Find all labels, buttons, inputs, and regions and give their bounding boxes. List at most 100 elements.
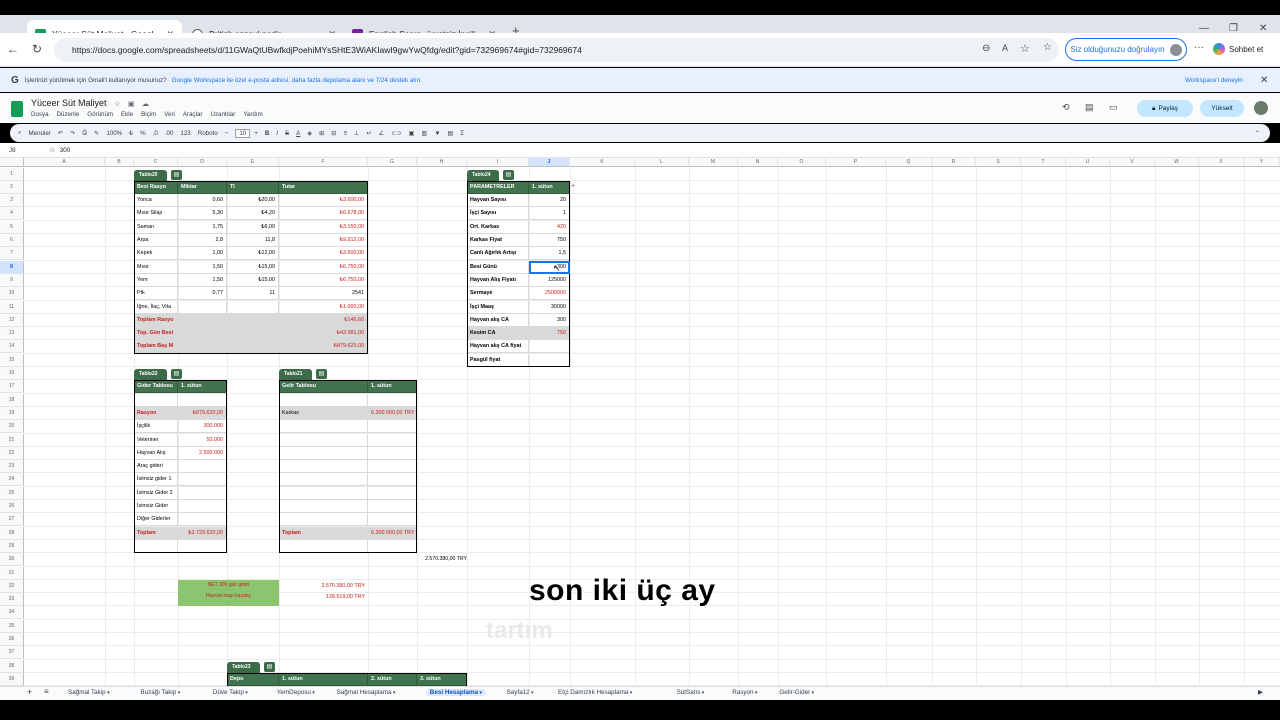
- row-header[interactable]: 25: [0, 486, 24, 500]
- param-value[interactable]: 750: [529, 234, 570, 247]
- table-cell[interactable]: [368, 500, 417, 513]
- column-header[interactable]: I: [467, 158, 529, 167]
- param-label[interactable]: Hayvan alış CA fiyat: [467, 340, 529, 354]
- table-cell[interactable]: [178, 539, 227, 553]
- param-value[interactable]: 300: [529, 313, 570, 327]
- row-header[interactable]: 2: [0, 180, 24, 194]
- table-menu-icon[interactable]: ▤: [171, 169, 182, 180]
- expense-label[interactable]: Veteriner: [134, 433, 178, 447]
- table-cell[interactable]: [368, 539, 417, 553]
- table-cell[interactable]: ₺6.750,00: [279, 273, 368, 287]
- expense-value[interactable]: 2.500.000: [178, 446, 227, 460]
- row-header[interactable]: 5: [0, 220, 24, 234]
- menu-format[interactable]: Biçim: [141, 111, 156, 118]
- table-cell[interactable]: [227, 300, 279, 314]
- param-label[interactable]: Besi Günü: [467, 260, 529, 274]
- column-header-cell[interactable]: 3. sütun: [417, 672, 467, 686]
- increase-decimal-button[interactable]: .00: [165, 130, 174, 137]
- expense-value[interactable]: 300.000: [178, 420, 227, 434]
- sheet-tab-3[interactable]: YemDeposu ▾: [277, 689, 315, 696]
- filter-icon[interactable]: ▼: [434, 130, 440, 137]
- expense-value[interactable]: [178, 460, 227, 474]
- insert-chart-icon[interactable]: ▥: [421, 130, 427, 137]
- table-name-tablo21[interactable]: Tablo21 ⌄: [279, 369, 312, 388]
- row-header[interactable]: 6: [0, 234, 24, 247]
- menu-insert[interactable]: Ekle: [121, 111, 133, 118]
- table-cell[interactable]: Yem: [134, 273, 178, 287]
- table-cell[interactable]: ₺3.600,00: [279, 194, 368, 208]
- param-label[interactable]: İşçi Sayısı: [467, 207, 529, 221]
- table-cell[interactable]: [134, 539, 178, 553]
- history-icon[interactable]: ⟲: [1062, 102, 1070, 113]
- more-icon[interactable]: ···: [1194, 42, 1204, 53]
- table-cell[interactable]: ₺15,00: [227, 260, 279, 274]
- expense-value[interactable]: [178, 473, 227, 487]
- row-header[interactable]: 37: [0, 646, 24, 660]
- column-header[interactable]: R: [932, 158, 976, 167]
- param-value[interactable]: 20: [529, 194, 570, 208]
- row-header[interactable]: 29: [0, 539, 24, 553]
- chevron-down-icon[interactable]: ▾: [478, 690, 482, 696]
- total-label[interactable]: Toplam Baş M: [134, 340, 178, 354]
- table-menu-icon[interactable]: ▤: [503, 169, 514, 180]
- row-header[interactable]: 21: [0, 433, 24, 447]
- font-select[interactable]: Roboto: [198, 130, 218, 137]
- column-header[interactable]: C: [134, 158, 178, 167]
- column-header[interactable]: U: [1066, 158, 1110, 167]
- table-cell[interactable]: ₺3.600,00: [279, 247, 368, 261]
- table-cell[interactable]: [134, 393, 178, 407]
- link-icon[interactable]: ⊂⊃: [391, 130, 401, 137]
- column-header[interactable]: B: [105, 158, 134, 167]
- column-header-cell[interactable]: 1. sütun: [368, 380, 417, 394]
- table-cell[interactable]: 5,30: [178, 207, 227, 221]
- row-header[interactable]: 12: [0, 313, 24, 327]
- column-header[interactable]: F: [279, 158, 368, 167]
- row-header[interactable]: 10: [0, 287, 24, 301]
- filter-views-icon[interactable]: ▤: [447, 130, 453, 137]
- param-label[interactable]: Kesim CA: [467, 327, 529, 341]
- column-header[interactable]: H: [417, 158, 467, 167]
- column-header[interactable]: M: [689, 158, 738, 167]
- table-cell[interactable]: [368, 433, 417, 447]
- income-label[interactable]: Karkas: [279, 406, 368, 420]
- menu-edit[interactable]: Düzenle: [57, 111, 80, 118]
- menu-tools[interactable]: Araçlar: [183, 111, 203, 118]
- table-name-tablo22[interactable]: Tablo22 ⌄: [134, 369, 167, 388]
- param-value[interactable]: 125000: [529, 273, 570, 287]
- table-cell[interactable]: [279, 539, 368, 553]
- table-cell[interactable]: ₺12,00: [227, 247, 279, 261]
- param-value[interactable]: [529, 353, 570, 367]
- table-cell[interactable]: [279, 420, 368, 434]
- paint-format-icon[interactable]: ✎: [94, 130, 99, 137]
- collapse-toolbar-icon[interactable]: ⌃: [1255, 130, 1260, 137]
- row-header[interactable]: 35: [0, 619, 24, 633]
- functions-icon[interactable]: Σ: [460, 130, 464, 137]
- upgrade-button[interactable]: Yükselt: [1200, 100, 1244, 117]
- zoom-icon[interactable]: ⊖: [982, 43, 990, 54]
- param-label[interactable]: Hayvan Alış Fiyatı: [467, 273, 529, 287]
- total-cell[interactable]: [178, 340, 227, 354]
- share-button[interactable]: 🔒︎ Paylaş: [1137, 100, 1193, 117]
- table-cell[interactable]: [368, 460, 417, 474]
- table-name-tablo24[interactable]: Tablo24 ⌄: [467, 169, 499, 189]
- menu-data[interactable]: Veri: [164, 111, 175, 118]
- sheet-tab-4[interactable]: Sağmal Hesaplama ▾: [337, 689, 396, 696]
- table-cell[interactable]: ₺4,20: [227, 207, 279, 221]
- column-header-cell[interactable]: Gider Tablosu: [134, 380, 178, 394]
- table-cell[interactable]: Mısır: [134, 260, 178, 274]
- row-header[interactable]: 14: [0, 340, 24, 354]
- column-header-cell[interactable]: Besi Rasyo: [134, 180, 178, 194]
- row-header[interactable]: 31: [0, 566, 24, 580]
- menu-view[interactable]: Görünüm: [87, 111, 113, 118]
- column-header[interactable]: O: [778, 158, 826, 167]
- column-header[interactable]: A: [24, 158, 105, 167]
- undo-icon[interactable]: ↶: [58, 130, 63, 137]
- total-value[interactable]: ₺43.981,00: [279, 327, 368, 341]
- borders-icon[interactable]: ⊞: [319, 130, 324, 137]
- percent-format-button[interactable]: %: [140, 130, 146, 137]
- net-return-label[interactable]: NET 300 gün getiri Hayvan başı kazanç: [178, 579, 279, 607]
- sheet-tab-5[interactable]: Besi Hesaplama ▾: [425, 689, 487, 696]
- table-cell[interactable]: [178, 300, 227, 314]
- column-header[interactable]: P: [826, 158, 886, 167]
- param-value[interactable]: 30000: [529, 300, 570, 314]
